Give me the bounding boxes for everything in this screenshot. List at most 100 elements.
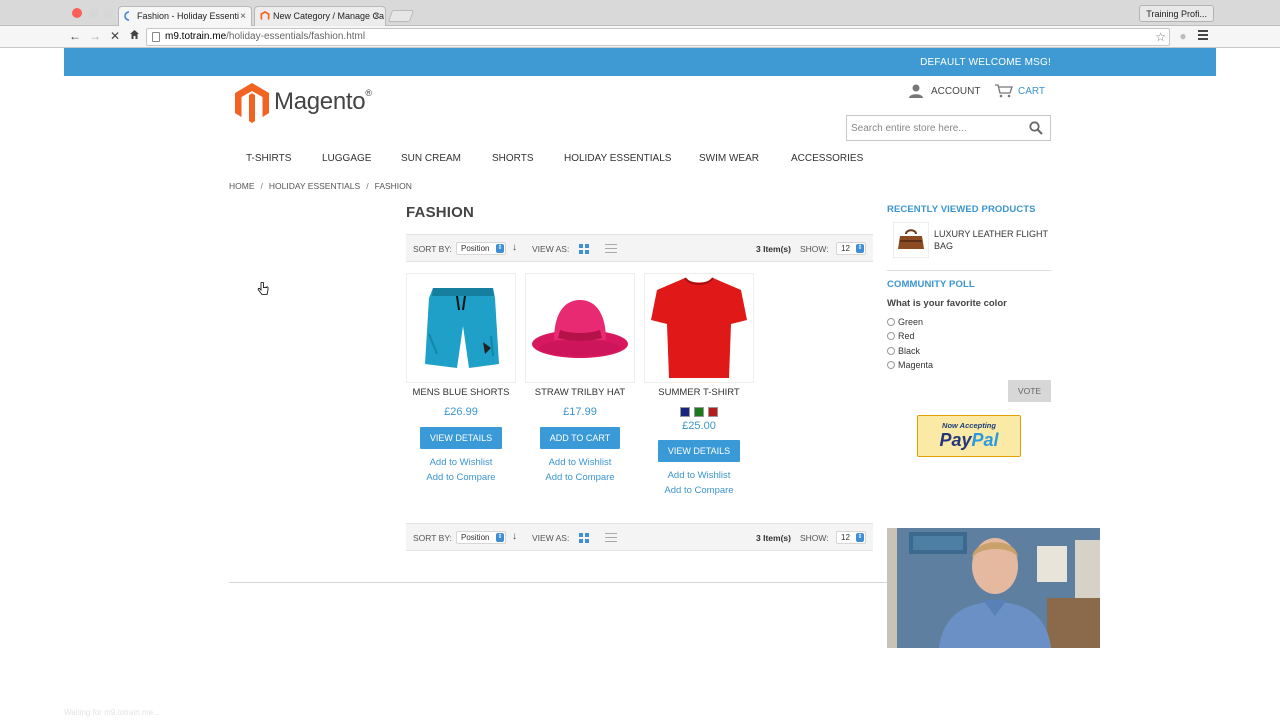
browser-tab-category[interactable]: New Category / Manage Ca × — [254, 6, 386, 26]
pink-trilby-hat-image — [532, 300, 628, 358]
nav-item-t-shirts[interactable]: T-SHIRTS — [246, 153, 291, 164]
logo-wordmark[interactable]: Magento® — [274, 88, 372, 116]
view-as-label: VIEW AS: — [532, 533, 570, 543]
page-title: FASHION — [406, 204, 475, 221]
show-label: SHOW: — [800, 244, 829, 254]
add-to-compare-link[interactable]: Add to Compare — [525, 472, 635, 483]
product-image-tshirt[interactable] — [644, 273, 754, 383]
presenter-video-image — [887, 528, 1100, 648]
close-window-button[interactable] — [72, 8, 82, 18]
swatch-red[interactable] — [708, 407, 718, 417]
nav-item-luggage[interactable]: LUGGAGE — [322, 153, 371, 164]
nav-item-holiday-essentials[interactable]: HOLIDAY ESSENTIALS — [564, 153, 671, 164]
product-name[interactable]: SUMMER T-SHIRT — [644, 387, 754, 398]
sort-select[interactable]: Position ⇕ — [456, 242, 506, 255]
profile-button[interactable]: Training Profi... — [1139, 5, 1214, 22]
welcome-message: DEFAULT WELCOME MSG! — [920, 57, 1051, 68]
product-image-hat[interactable] — [525, 273, 635, 383]
list-view-icon[interactable] — [605, 533, 617, 545]
select-arrows-icon: ⇕ — [856, 533, 864, 542]
new-tab-button[interactable] — [387, 10, 415, 22]
browser-tab-fashion[interactable]: Fashion - Holiday Essenti × — [118, 6, 252, 26]
poll-option-red[interactable]: Red — [887, 331, 915, 341]
maximize-window-button[interactable] — [103, 8, 113, 18]
list-view-icon[interactable] — [605, 244, 617, 256]
radio-button[interactable] — [887, 347, 895, 355]
nav-item-swim-wear[interactable]: SWIM WEAR — [699, 153, 759, 164]
product-image-shorts[interactable] — [406, 273, 516, 383]
browser-menu-icon[interactable] — [1198, 30, 1208, 42]
nav-item-shorts[interactable]: SHORTS — [492, 153, 534, 164]
breadcrumb-holiday-essentials[interactable]: HOLIDAY ESSENTIALS — [269, 181, 360, 191]
community-poll-heading: COMMUNITY POLL — [887, 279, 975, 290]
swatch-navy[interactable] — [680, 407, 690, 417]
add-to-wishlist-link[interactable]: Add to Wishlist — [644, 470, 754, 481]
limiter-value: 12 — [841, 533, 850, 542]
sort-select[interactable]: Position ⇕ — [456, 531, 506, 544]
address-bar[interactable]: m9.totrain.me/holiday-essentials/fashion… — [146, 28, 1170, 46]
radio-button[interactable] — [887, 332, 895, 340]
radio-button[interactable] — [887, 318, 895, 326]
poll-option-green[interactable]: Green — [887, 317, 923, 327]
limiter-select[interactable]: 12 ⇕ — [836, 242, 866, 255]
recent-product-name[interactable]: LUXURY LEATHER FLIGHT BAG — [934, 228, 1054, 252]
user-icon — [909, 84, 923, 98]
tab-title: New Category / Manage Ca — [273, 11, 385, 21]
toolbar-bottom: SORT BY: Position ⇕ ↓ VIEW AS: 3 Item(s) … — [406, 523, 873, 551]
poll-option-black[interactable]: Black — [887, 346, 920, 356]
close-tab-icon[interactable]: × — [374, 7, 380, 26]
grid-view-icon[interactable] — [579, 533, 589, 543]
url-host: m9.totrain.me — [165, 31, 227, 42]
view-details-button[interactable]: VIEW DETAILS — [657, 440, 741, 462]
search-input[interactable] — [851, 120, 1026, 136]
product-name[interactable]: MENS BLUE SHORTS — [406, 387, 516, 398]
forward-arrow-icon[interactable]: → — [88, 29, 102, 43]
sort-by-label: SORT BY: — [413, 533, 452, 543]
home-icon[interactable] — [127, 29, 141, 43]
select-arrows-icon: ⇕ — [856, 244, 864, 253]
browser-toolbar: ← → ✕ m9.totrain.me/holiday-essentials/f… — [0, 26, 1280, 48]
add-to-compare-link[interactable]: Add to Compare — [644, 485, 754, 496]
nav-item-accessories[interactable]: ACCESSORIES — [791, 153, 863, 164]
cart-link[interactable]: CART — [995, 84, 1045, 103]
vote-button[interactable]: VOTE — [1008, 380, 1051, 402]
product-item: MENS BLUE SHORTS £26.99 VIEW DETAILS Add… — [406, 273, 516, 483]
poll-option-magenta[interactable]: Magenta — [887, 360, 933, 370]
sort-direction-icon[interactable]: ↓ — [512, 242, 517, 253]
product-name[interactable]: STRAW TRILBY HAT — [525, 387, 635, 398]
stop-loading-icon[interactable]: ✕ — [108, 29, 122, 43]
breadcrumb-fashion: FASHION — [374, 181, 412, 191]
url-path: /holiday-essentials/fashion.html — [226, 31, 366, 42]
back-arrow-icon[interactable]: ← — [68, 29, 82, 43]
add-to-cart-button[interactable]: ADD TO CART — [539, 427, 621, 449]
close-tab-icon[interactable]: × — [240, 7, 246, 26]
grid-view-icon[interactable] — [579, 244, 589, 254]
view-details-button[interactable]: VIEW DETAILS — [419, 427, 503, 449]
select-arrows-icon: ⇕ — [496, 533, 504, 542]
search-box[interactable] — [846, 115, 1051, 141]
extension-icon[interactable]: ● — [1176, 29, 1190, 43]
search-icon[interactable] — [1029, 121, 1043, 135]
product-item: SUMMER T-SHIRT £25.00 VIEW DETAILS Add t… — [644, 273, 754, 496]
breadcrumb-home[interactable]: HOME — [229, 181, 255, 191]
swatch-green[interactable] — [694, 407, 704, 417]
items-count: 3 Item(s) — [756, 533, 791, 543]
limiter-select[interactable]: 12 ⇕ — [836, 531, 866, 544]
magento-favicon-icon — [260, 11, 270, 20]
tab-title: Fashion - Holiday Essenti — [137, 11, 240, 21]
account-link[interactable]: ACCOUNT — [908, 84, 980, 103]
sort-direction-icon[interactable]: ↓ — [512, 531, 517, 542]
radio-button[interactable] — [887, 361, 895, 369]
loading-spinner-icon — [124, 11, 130, 21]
add-to-compare-link[interactable]: Add to Compare — [406, 472, 516, 483]
minimize-window-button[interactable] — [88, 8, 98, 18]
magento-logo-icon[interactable] — [234, 83, 270, 123]
bookmark-star-icon[interactable]: ☆ — [1155, 29, 1166, 45]
poll-option-label: Black — [898, 346, 921, 356]
add-to-wishlist-link[interactable]: Add to Wishlist — [525, 457, 635, 468]
recent-product-thumbnail[interactable] — [893, 222, 929, 258]
webcam-overlay — [887, 528, 1100, 648]
page-icon — [152, 32, 160, 42]
add-to-wishlist-link[interactable]: Add to Wishlist — [406, 457, 516, 468]
nav-item-sun-cream[interactable]: SUN CREAM — [401, 153, 461, 164]
